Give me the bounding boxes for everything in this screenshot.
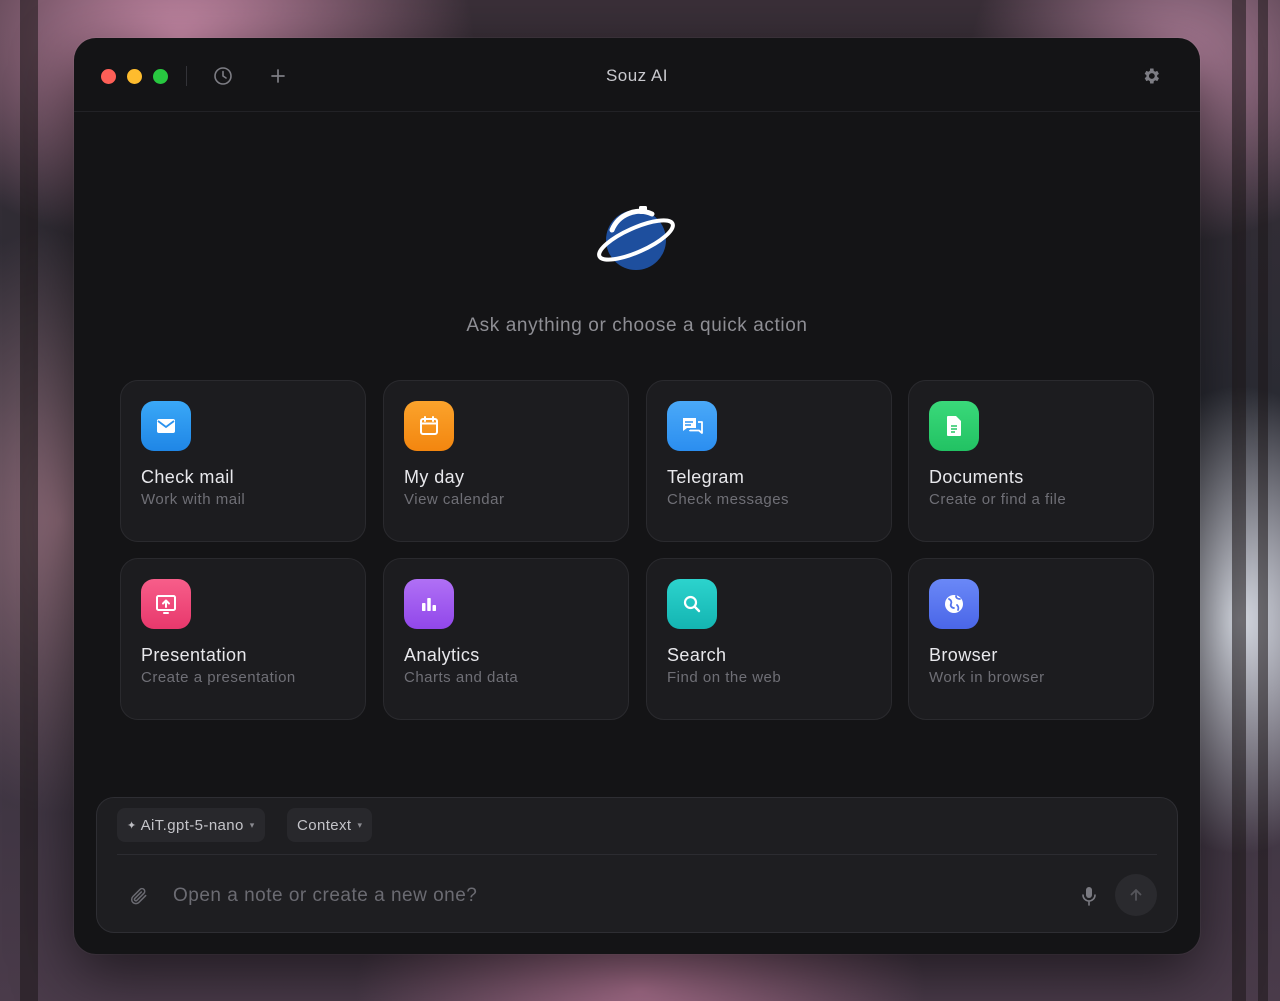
quick-action-telegram[interactable]: Telegram Check messages	[646, 380, 892, 542]
microphone-icon[interactable]	[1077, 884, 1101, 908]
mail-icon	[141, 401, 191, 451]
context-selector-label: Context	[297, 816, 352, 834]
quick-action-my-day[interactable]: My day View calendar	[383, 380, 629, 542]
chat-icon	[667, 401, 717, 451]
background-tree	[1258, 0, 1268, 1001]
quick-action-title: Presentation	[141, 645, 247, 665]
composer-divider	[117, 854, 1157, 855]
quick-action-check-mail[interactable]: Check mail Work with mail	[120, 380, 366, 542]
globe-icon	[929, 579, 979, 629]
quick-action-title: Search	[667, 645, 727, 665]
quick-action-subtitle: Find on the web	[667, 669, 782, 686]
settings-icon[interactable]	[1139, 64, 1163, 88]
app-window: Souz AI Ask anything or choose a quick a…	[74, 38, 1200, 954]
chevron-down-icon: ▾	[357, 819, 363, 830]
quick-action-subtitle: Charts and data	[404, 669, 519, 686]
message-composer: ✦ AiT.gpt-5-nano ▾ Context ▾	[96, 797, 1178, 933]
quick-action-title: Documents	[929, 467, 1024, 487]
quick-action-subtitle: Work in browser	[929, 669, 1045, 686]
title-bar: Souz AI	[74, 38, 1200, 112]
background-tree	[1232, 0, 1246, 1001]
sparkle-icon: ✦	[127, 819, 137, 832]
window-title: Souz AI	[605, 66, 669, 85]
quick-action-browser[interactable]: Browser Work in browser	[908, 558, 1154, 720]
quick-action-subtitle: Work with mail	[141, 491, 246, 508]
model-selector[interactable]: ✦ AiT.gpt-5-nano ▾	[117, 808, 265, 842]
planet-logo	[594, 202, 678, 274]
quick-action-title: Telegram	[667, 467, 745, 487]
quick-action-title: Check mail	[141, 467, 235, 487]
quick-action-subtitle: Create a presentation	[141, 669, 296, 686]
model-selector-label: AiT.gpt-5-nano	[140, 816, 244, 834]
quick-action-subtitle: Create or find a file	[929, 491, 1067, 508]
chevron-down-icon: ▾	[249, 819, 255, 830]
context-selector[interactable]: Context ▾	[287, 808, 373, 842]
quick-action-analytics[interactable]: Analytics Charts and data	[383, 558, 629, 720]
arrow-up-icon	[1128, 887, 1144, 903]
message-input[interactable]	[173, 881, 1033, 911]
attachment-icon[interactable]	[127, 884, 151, 908]
quick-action-documents[interactable]: Documents Create or find a file	[908, 380, 1154, 542]
quick-action-title: Analytics	[404, 645, 480, 665]
quick-action-title: Browser	[929, 645, 998, 665]
send-button[interactable]	[1115, 874, 1157, 916]
bar-chart-icon	[404, 579, 454, 629]
quick-action-title: My day	[404, 467, 465, 487]
presentation-icon	[141, 579, 191, 629]
search-icon	[667, 579, 717, 629]
quick-action-subtitle: View calendar	[404, 491, 505, 508]
quick-action-subtitle: Check messages	[667, 491, 790, 508]
background-tree	[20, 0, 38, 1001]
tagline: Ask anything or choose a quick action	[466, 315, 808, 336]
calendar-icon	[404, 401, 454, 451]
quick-action-presentation[interactable]: Presentation Create a presentation	[120, 558, 366, 720]
quick-action-search[interactable]: Search Find on the web	[646, 558, 892, 720]
document-icon	[929, 401, 979, 451]
